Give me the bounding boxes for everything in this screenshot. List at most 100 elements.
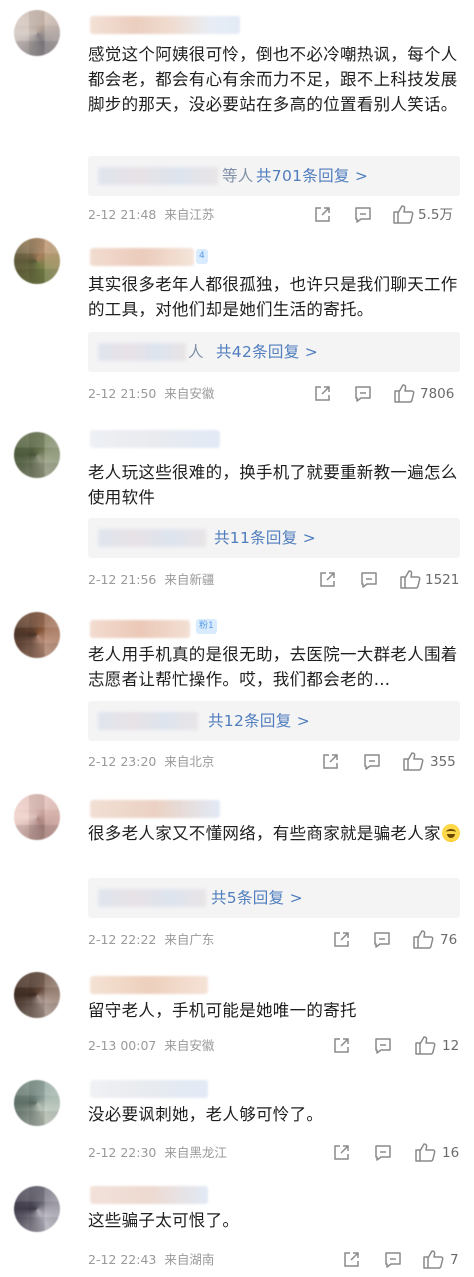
comment-meta: 2-12 22:30 来自黑龙江 — [88, 1144, 235, 1162]
share-icon[interactable] — [342, 1251, 360, 1269]
like-count: 16 — [442, 1145, 460, 1161]
comment-time: 2-12 21:48 — [88, 207, 157, 222]
reply-count-link[interactable]: 共42条回复 > — [216, 332, 318, 372]
comment-icon[interactable] — [384, 1251, 402, 1269]
thumbs-up-icon[interactable] — [393, 383, 415, 403]
comment-icon[interactable] — [354, 206, 372, 224]
comment-location: 来自安徽 — [164, 1038, 215, 1053]
avatar[interactable] — [14, 794, 60, 840]
comment-icon[interactable] — [363, 753, 381, 771]
comment-text: 其实很多老年人都很孤独，也许只是我们聊天工作的工具，对他们却是她们生活的寄托。 — [88, 275, 458, 319]
comment-meta: 2-13 00:07 来自安徽 — [88, 1037, 222, 1055]
reply-count-link[interactable]: 共11条回复 > — [214, 518, 316, 558]
comment-meta: 2-12 21:50 来自安徽 — [88, 385, 222, 403]
thumbs-up-icon[interactable] — [422, 1249, 444, 1269]
username[interactable] — [90, 976, 208, 994]
comment-location: 来自湖南 — [164, 1252, 215, 1267]
comment-icon[interactable] — [354, 385, 372, 403]
thumbs-up-icon[interactable] — [412, 929, 434, 949]
comment-item: 很多老人家又不懂网络，有些商家就是骗老人家 共5条回复 > 2-12 22:22… — [0, 780, 474, 958]
thumbs-up-icon[interactable] — [414, 1035, 436, 1055]
comment-time: 2-12 21:56 — [88, 572, 157, 587]
username[interactable] — [90, 800, 220, 818]
comment-location: 来自黑龙江 — [164, 1145, 227, 1160]
comment-meta: 2-12 21:56 来自新疆 — [88, 571, 222, 589]
reply-summary[interactable]: 人 共42条回复 > — [88, 332, 460, 372]
share-icon[interactable] — [332, 931, 350, 949]
comment-item: 4 其实很多老年人都很孤独，也许只是我们聊天工作的工具，对他们却是她们生活的寄托… — [0, 236, 474, 426]
comment-text: 感觉这个阿姨很可怜，倒也不必冷嘲热讽，每个人都会老，都会有心有余而力不足，跟不上… — [88, 45, 458, 114]
username[interactable] — [90, 430, 220, 448]
comment-item: 粉1 老人用手机真的是很无助，去医院一大群老人围着志愿者让帮忙操作。哎，我们都会… — [0, 600, 474, 780]
share-icon[interactable] — [313, 385, 331, 403]
avatar[interactable] — [14, 1080, 60, 1126]
comment-icon[interactable] — [373, 931, 391, 949]
comment-item: 留守老人，手机可能是她唯一的寄托 2-13 00:07 来自安徽 12 — [0, 958, 474, 1070]
comment-item: 这些骗子太可恨了。 2-12 22:43 来自湖南 7 — [0, 1174, 474, 1277]
reply-count-link[interactable]: 共701条回复 > — [256, 156, 368, 196]
comment-meta: 2-12 23:20 来自北京 — [88, 753, 222, 771]
share-icon[interactable] — [332, 1037, 350, 1055]
like-count: 76 — [440, 932, 458, 948]
like-count: 12 — [442, 1038, 460, 1054]
comment-body: 很多老人家又不懂网络，有些商家就是骗老人家 — [88, 824, 441, 843]
username[interactable] — [90, 620, 190, 638]
comment-icon[interactable] — [374, 1144, 392, 1162]
thumbs-up-icon[interactable] — [392, 204, 414, 224]
comment-item: 感觉这个阿姨很可怜，倒也不必冷嘲热讽，每个人都会老，都会有心有余而力不足，跟不上… — [0, 0, 474, 232]
comment-time: 2-12 22:43 — [88, 1252, 157, 1267]
share-icon[interactable] — [318, 571, 336, 589]
fan-badge: 4 — [196, 249, 208, 264]
reply-prefix: 人 — [188, 343, 204, 361]
reply-summary[interactable]: 共5条回复 > — [88, 878, 460, 918]
comment-icon[interactable] — [374, 1037, 392, 1055]
comment-text: 没必要讽刺她，老人够可怜了。 — [88, 1105, 324, 1124]
share-icon[interactable] — [321, 753, 339, 771]
comment-time: 2-12 22:30 — [88, 1145, 157, 1160]
comment-text: 留守老人，手机可能是她唯一的寄托 — [88, 1001, 357, 1020]
reply-summary[interactable]: 等人 共701条回复 > — [88, 156, 460, 196]
reply-summary[interactable]: 共12条回复 > — [88, 701, 460, 741]
username[interactable] — [90, 248, 194, 266]
avatar[interactable] — [14, 432, 60, 478]
like-count: 7 — [450, 1252, 459, 1268]
reply-count-link[interactable]: 共5条回复 > — [211, 878, 303, 918]
like-count: 355 — [430, 754, 456, 770]
comment-location: 来自广东 — [164, 932, 215, 947]
avatar[interactable] — [14, 612, 60, 658]
comment-meta: 2-12 22:43 来自湖南 — [88, 1251, 222, 1269]
thumbs-up-icon[interactable] — [399, 569, 421, 589]
comment-item: 没必要讽刺她，老人够可怜了。 2-12 22:30 来自黑龙江 16 — [0, 1070, 474, 1174]
like-count: 7806 — [420, 386, 455, 402]
like-count: 5.5万 — [418, 207, 453, 223]
comment-location: 来自江苏 — [164, 207, 215, 222]
comment-text: 老人用手机真的是很无助，去医院一大群老人围着志愿者让帮忙操作。哎，我们都会老的… — [88, 645, 458, 689]
comment-text: 很多老人家又不懂网络，有些商家就是骗老人家 — [88, 821, 462, 846]
laugh-cry-emoji-icon — [441, 824, 460, 842]
fan-badge: 粉1 — [196, 619, 217, 634]
comment-item: 老人玩这些很难的，换手机了就要重新教一遍怎么使用软件 共11条回复 > 2-12… — [0, 426, 474, 600]
comment-location: 来自北京 — [164, 754, 215, 769]
comment-time: 2-12 22:22 — [88, 932, 157, 947]
avatar[interactable] — [14, 1186, 60, 1232]
reply-count-link[interactable]: 共12条回复 > — [208, 701, 310, 741]
avatar[interactable] — [14, 972, 60, 1018]
comment-text: 老人玩这些很难的，换手机了就要重新教一遍怎么使用软件 — [88, 463, 458, 507]
username[interactable] — [90, 1186, 208, 1204]
comment-meta: 2-12 21:48 来自江苏 — [88, 206, 222, 224]
thumbs-up-icon[interactable] — [402, 751, 424, 771]
reply-prefix: 等人 — [222, 167, 254, 185]
comment-text: 这些骗子太可恨了。 — [88, 1211, 240, 1230]
share-icon[interactable] — [313, 206, 331, 224]
comment-location: 来自新疆 — [164, 572, 215, 587]
comment-time: 2-12 23:20 — [88, 754, 157, 769]
comment-location: 来自安徽 — [164, 386, 215, 401]
username[interactable] — [90, 16, 240, 34]
avatar[interactable] — [14, 238, 60, 284]
share-icon[interactable] — [332, 1144, 350, 1162]
comment-icon[interactable] — [360, 571, 378, 589]
thumbs-up-icon[interactable] — [414, 1142, 436, 1162]
avatar[interactable] — [14, 10, 60, 56]
reply-summary[interactable]: 共11条回复 > — [88, 518, 460, 558]
username[interactable] — [90, 1080, 208, 1098]
